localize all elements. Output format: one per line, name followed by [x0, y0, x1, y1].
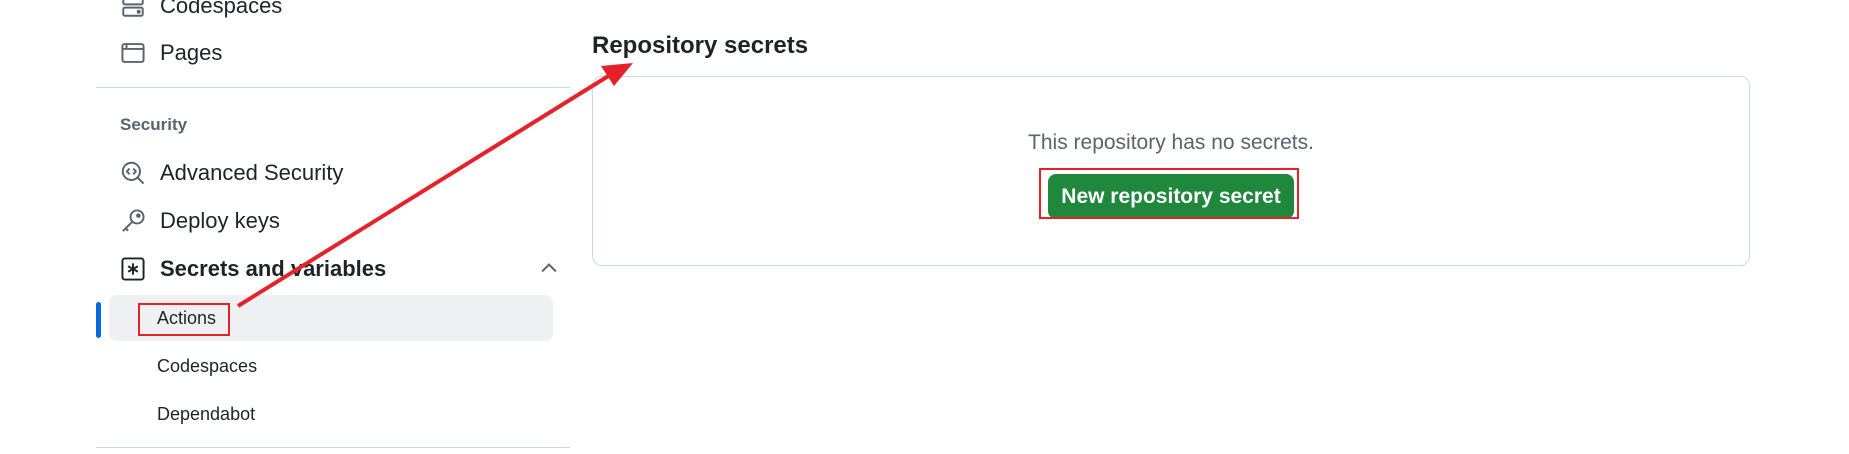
codescan-icon [120, 160, 146, 186]
sidebar-item-secrets-and-variables[interactable]: Secrets and variables [120, 249, 560, 289]
sidebar-subitem-dependabot[interactable]: Dependabot [109, 391, 553, 437]
sidebar-item-label: Secrets and variables [160, 256, 387, 281]
sidebar-subitem-codespaces[interactable]: Codespaces [109, 343, 553, 389]
annotation-highlight-actions [138, 303, 230, 336]
sidebar-divider [96, 87, 570, 88]
sidebar-item-deploy-keys[interactable]: Deploy keys [120, 201, 560, 241]
chevron-up-icon[interactable] [538, 257, 560, 279]
page-title: Repository secrets [592, 32, 809, 59]
sidebar-subitem-label: Codespaces [157, 355, 258, 376]
annotation-highlight-new-secret [1039, 168, 1299, 219]
active-item-indicator [96, 302, 101, 338]
sidebar-divider [96, 447, 570, 448]
server-icon [120, 0, 146, 19]
sidebar-item-label: Advanced Security [160, 160, 344, 185]
empty-state-text: This repository has no secrets. [1028, 131, 1314, 154]
sidebar-item-advanced-security[interactable]: Advanced Security [120, 153, 560, 193]
settings-sidebar: Codespaces Pages Security Advanced Secur… [96, 0, 570, 454]
main-content: Repository secrets This repository has n… [592, 0, 1752, 454]
key-icon [120, 208, 146, 234]
sidebar-item-pages[interactable]: Pages [120, 33, 560, 73]
browser-icon [120, 40, 146, 66]
sidebar-item-label: Pages [160, 40, 223, 65]
sidebar-item-label: Deploy keys [160, 208, 280, 233]
sidebar-item-label: Codespaces [160, 0, 283, 18]
sidebar-subitem-label: Dependabot [157, 403, 256, 424]
sidebar-item-codespaces[interactable]: Codespaces [120, 0, 560, 26]
section-heading-security: Security [120, 115, 188, 134]
asterisk-icon [120, 256, 146, 282]
